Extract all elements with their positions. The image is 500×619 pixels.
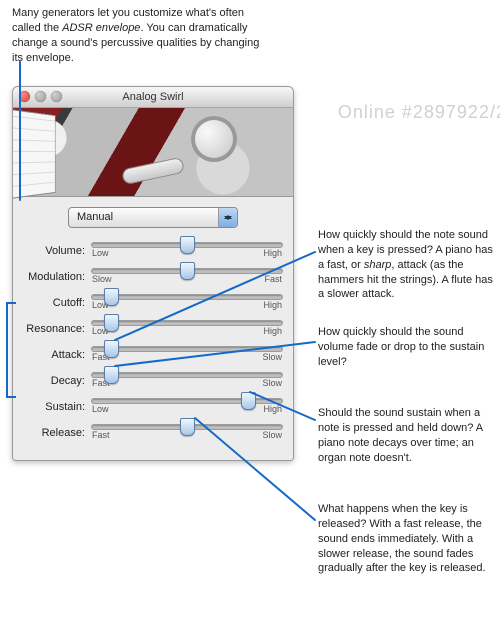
slider-label: Attack:	[23, 348, 91, 363]
annotation-release: What happens when the key is released? W…	[318, 502, 493, 576]
controls-panel: Manual Volume: Low High Modulation: Slow F…	[13, 197, 293, 460]
slider-end-high: Slow	[262, 351, 282, 363]
slider-track[interactable]	[91, 346, 283, 352]
slider-decay: Decay: FastSlow	[23, 368, 283, 394]
slider-release: Release: Fast Slow	[23, 420, 283, 446]
intro-text: Many generators let you customize what's…	[12, 6, 262, 65]
slider-track[interactable]	[91, 242, 283, 248]
slider-thumb[interactable]	[180, 418, 195, 436]
slider-end-low: Fast	[92, 429, 110, 441]
slider-end-low: Low	[92, 247, 109, 259]
slider-thumb[interactable]	[104, 314, 119, 332]
close-icon[interactable]	[19, 91, 30, 102]
slider-end-high: High	[263, 299, 282, 311]
slider-end-high: High	[263, 247, 282, 259]
slider-thumb[interactable]	[241, 392, 256, 410]
slider-volume: Volume: Low High	[23, 238, 283, 264]
annotation-attack: How quickly should the note sound when a…	[318, 228, 493, 302]
slider-end-low: Low	[92, 403, 109, 415]
synth-window: Analog Swirl Manual Volume: Low High Modu…	[12, 86, 294, 461]
slider-end-high: Slow	[262, 377, 282, 389]
slider-thumb[interactable]	[104, 288, 119, 306]
slider-track[interactable]	[91, 372, 283, 378]
slider-label: Decay:	[23, 374, 91, 389]
slider-label: Volume:	[23, 244, 91, 259]
slider-label: Release:	[23, 426, 91, 441]
keyboard-icon	[12, 108, 56, 200]
watermark-text: Online #2897922/2849	[338, 100, 500, 124]
preset-value: Manual	[77, 211, 113, 223]
chevron-updown-icon	[218, 208, 237, 227]
slider-track[interactable]	[91, 268, 283, 274]
slider-end-high: High	[263, 325, 282, 337]
slider-track[interactable]	[91, 320, 283, 326]
slider-label: Cutoff:	[23, 296, 91, 311]
slider-track[interactable]	[91, 398, 283, 404]
slider-thumb[interactable]	[180, 262, 195, 280]
slider-cutoff: Cutoff: LowHigh	[23, 290, 283, 316]
preset-popup[interactable]: Manual	[68, 207, 238, 228]
adsr-bracket	[6, 302, 16, 398]
slider-modulation: Modulation: Slow Fast	[23, 264, 283, 290]
window-titlebar[interactable]: Analog Swirl	[13, 87, 293, 108]
annotation-decay: How quickly should the sound volume fade…	[318, 325, 493, 370]
window-title: Analog Swirl	[122, 87, 183, 107]
slider-track[interactable]	[91, 424, 283, 430]
slider-end-high: Slow	[262, 429, 282, 441]
slider-thumb[interactable]	[104, 366, 119, 384]
slider-end-low: Slow	[92, 273, 112, 285]
slider-resonance: Resonance: LowHigh	[23, 316, 283, 342]
slider-sustain: Sustain: Low High	[23, 394, 283, 420]
slider-label: Modulation:	[23, 270, 91, 285]
slider-attack: Attack: FastSlow	[23, 342, 283, 368]
instrument-preview-image	[13, 108, 293, 197]
slider-track[interactable]	[91, 294, 283, 300]
minimize-icon[interactable]	[35, 91, 46, 102]
slider-end-high: High	[263, 403, 282, 415]
slider-thumb[interactable]	[180, 236, 195, 254]
slider-thumb[interactable]	[104, 340, 119, 358]
annotation-sustain: Should the sound sustain when a note is …	[318, 406, 493, 465]
slider-end-high: Fast	[264, 273, 282, 285]
slider-label: Sustain:	[23, 400, 91, 415]
zoom-icon[interactable]	[51, 91, 62, 102]
slider-label: Resonance:	[23, 322, 91, 337]
